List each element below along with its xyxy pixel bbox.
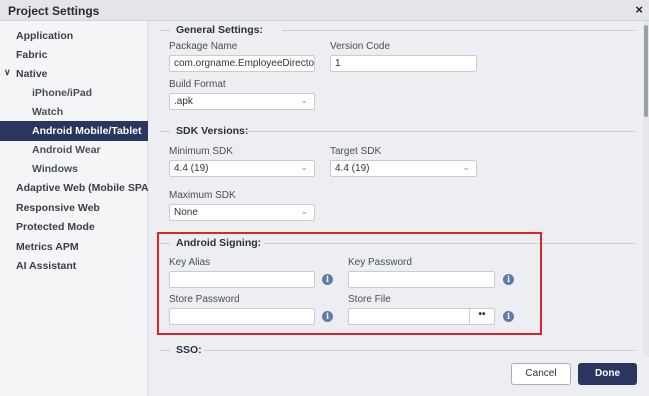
cancel-button[interactable]: Cancel	[511, 363, 571, 385]
sidebar-item-label: Application	[16, 30, 74, 42]
sidebar-item-label: Responsive Web	[16, 202, 100, 214]
package-name-label: Package Name	[169, 41, 238, 52]
sso-heading: SSO:	[176, 344, 202, 356]
sidebar-item-label: Fabric	[16, 49, 48, 61]
target-sdk-select[interactable]: 4.4 (19) ⌄	[330, 160, 477, 177]
chevron-down-icon: ⌄	[300, 206, 308, 216]
done-button[interactable]: Done	[578, 363, 637, 385]
sidebar-item-label: Windows	[32, 163, 78, 175]
chevron-down-icon: ⌄	[300, 162, 308, 172]
sidebar-item-android-mobile-tablet[interactable]: Android Mobile/Tablet	[0, 121, 148, 141]
minimum-sdk-label: Minimum SDK	[169, 146, 233, 157]
section-divider	[160, 350, 170, 351]
target-sdk-label: Target SDK	[330, 146, 382, 157]
sidebar-item-android-wear[interactable]: Android Wear	[0, 140, 148, 160]
title-bar: Project Settings ×	[0, 0, 649, 21]
window-title: Project Settings	[8, 4, 100, 18]
sidebar-item-label: Adaptive Web (Mobile SPA)	[16, 182, 153, 194]
sidebar: Application Fabric ∨ Native iPhone/iPad W…	[0, 21, 152, 396]
build-format-select[interactable]: .apk ⌄	[169, 93, 315, 110]
section-divider	[282, 30, 635, 31]
maximum-sdk-label: Maximum SDK	[169, 190, 236, 201]
section-divider	[160, 131, 170, 132]
chevron-down-icon: ⌄	[300, 95, 308, 105]
build-format-value: .apk	[174, 96, 193, 107]
general-settings-heading: General Settings:	[176, 24, 263, 36]
sidebar-item-fabric[interactable]: Fabric	[0, 45, 148, 65]
section-divider	[204, 350, 635, 351]
sidebar-item-native[interactable]: ∨ Native	[0, 64, 148, 84]
maximum-sdk-value: None	[174, 207, 198, 218]
scrollbar[interactable]	[643, 21, 649, 357]
sdk-versions-heading: SDK Versions:	[176, 125, 249, 137]
highlight-box	[157, 232, 542, 335]
minimum-sdk-select[interactable]: 4.4 (19) ⌄	[169, 160, 315, 177]
sidebar-item-label: Native	[16, 68, 48, 80]
sidebar-item-label: AI Assistant	[16, 260, 77, 272]
sidebar-item-windows[interactable]: Windows	[0, 159, 148, 179]
sidebar-item-application[interactable]: Application	[0, 26, 148, 46]
package-name-field[interactable]: com.orgname.EmployeeDirectory	[169, 55, 315, 72]
sidebar-item-iphone-ipad[interactable]: iPhone/iPad	[0, 83, 148, 103]
maximum-sdk-select[interactable]: None ⌄	[169, 204, 315, 221]
chevron-down-icon: ∨	[4, 67, 11, 77]
chevron-down-icon: ⌄	[462, 162, 470, 172]
version-code-label: Version Code	[330, 41, 391, 52]
sidebar-item-label: Protected Mode	[16, 221, 95, 233]
dialog-footer: Cancel Done	[149, 357, 649, 396]
sidebar-item-label: Watch	[32, 106, 64, 118]
version-code-field[interactable]: 1	[330, 55, 477, 72]
sidebar-item-adaptive-web[interactable]: Adaptive Web (Mobile SPA)	[0, 178, 152, 198]
target-sdk-value: 4.4 (19)	[335, 163, 370, 174]
minimum-sdk-value: 4.4 (19)	[174, 163, 209, 174]
build-format-label: Build Format	[169, 79, 226, 90]
sidebar-item-label: Metrics APM	[16, 241, 79, 253]
scrollbar-thumb[interactable]	[644, 25, 648, 117]
sidebar-item-protected-mode[interactable]: Protected Mode	[0, 217, 148, 237]
sidebar-item-metrics-apm[interactable]: Metrics APM	[0, 237, 148, 257]
sidebar-item-label: iPhone/iPad	[32, 87, 93, 99]
section-divider	[160, 30, 170, 31]
sidebar-item-watch[interactable]: Watch	[0, 102, 148, 122]
section-divider	[244, 131, 635, 132]
sidebar-item-label: Android Mobile/Tablet	[32, 125, 142, 137]
sidebar-item-ai-assistant[interactable]: AI Assistant	[0, 256, 148, 276]
sidebar-item-label: Android Wear	[32, 144, 101, 156]
close-icon[interactable]: ×	[635, 2, 643, 17]
sidebar-item-responsive-web[interactable]: Responsive Web	[0, 198, 148, 218]
